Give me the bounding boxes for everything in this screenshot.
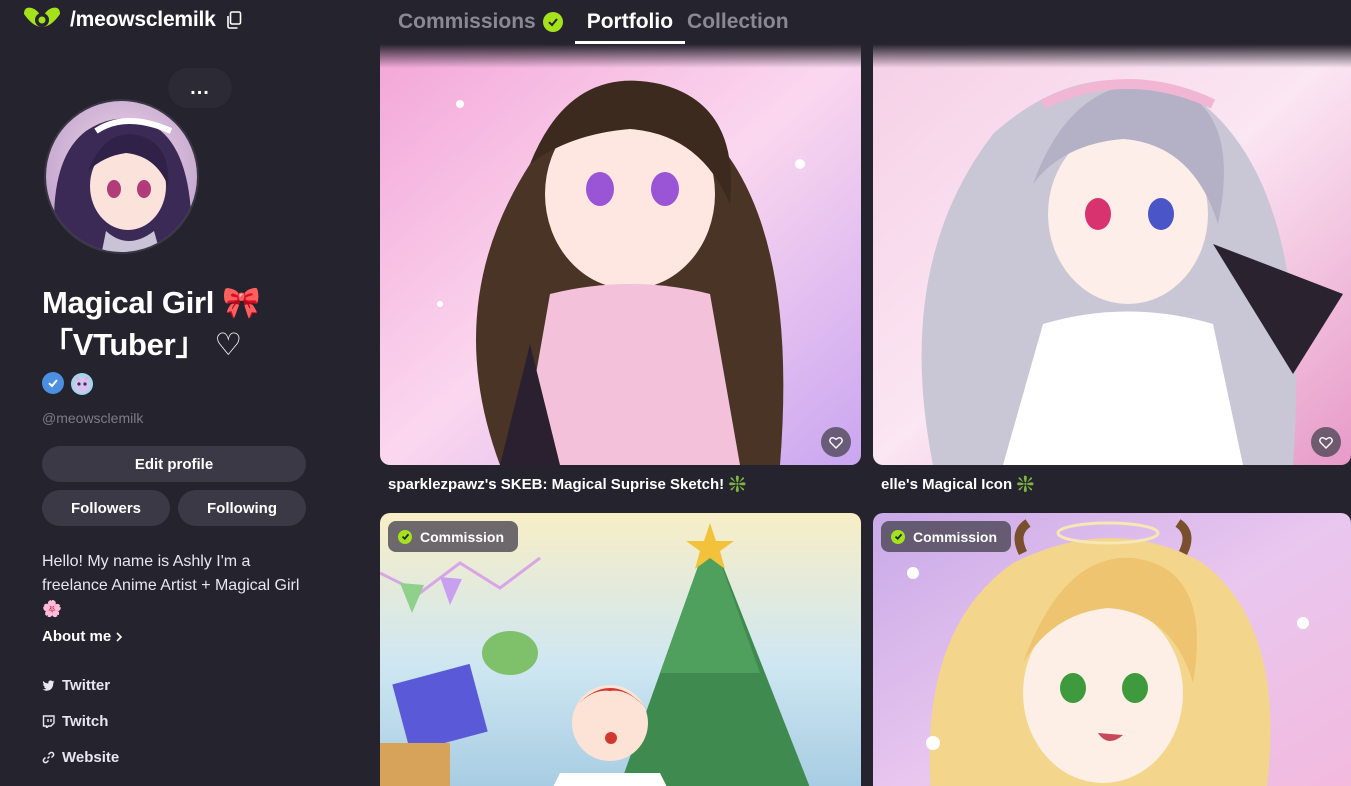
tab-commissions[interactable]: Commissions bbox=[398, 0, 563, 44]
followers-button[interactable]: Followers bbox=[42, 490, 170, 526]
artwork-image[interactable] bbox=[380, 44, 861, 465]
edit-profile-button[interactable]: Edit profile bbox=[42, 446, 306, 482]
link-label: Website bbox=[62, 749, 120, 766]
top-bar: /meowsclemilk Commissions Portfolio Coll… bbox=[0, 0, 1351, 44]
commission-label: Commission bbox=[913, 528, 998, 545]
vgen-logo-icon[interactable] bbox=[22, 4, 62, 36]
display-name-line: 「VTuber」 ♡ bbox=[42, 327, 242, 362]
like-button[interactable] bbox=[821, 427, 851, 457]
pet-badge-icon[interactable] bbox=[70, 372, 94, 396]
portfolio-card[interactable]: sparklezpawz's SKEB: Magical Suprise Ske… bbox=[380, 44, 861, 493]
profile-bio: Hello! My name is Ashly I'm a freelance … bbox=[42, 553, 300, 618]
commission-label: Commission bbox=[420, 528, 505, 545]
artwork-illustration bbox=[380, 513, 861, 786]
artwork-caption: sparklezpawz's SKEB: Magical Suprise Ske… bbox=[388, 476, 748, 493]
button-label: Followers bbox=[70, 499, 141, 517]
artwork-image[interactable]: Commission bbox=[873, 513, 1351, 786]
avatar-image bbox=[46, 101, 197, 252]
portfolio-card[interactable]: Commission bbox=[380, 513, 861, 786]
profile-handle: /meowsclemilk bbox=[70, 8, 216, 31]
artwork-illustration bbox=[380, 44, 861, 465]
portfolio-card[interactable]: elle's Magical Icon ❇️ bbox=[873, 44, 1351, 493]
social-link-twitter[interactable]: Twitter bbox=[42, 677, 110, 694]
about-me-label: About me bbox=[42, 628, 112, 645]
tab-label: Portfolio bbox=[586, 10, 674, 33]
profile-badges bbox=[42, 372, 94, 396]
about-me-link[interactable]: About me bbox=[42, 628, 123, 645]
twitch-icon bbox=[42, 715, 55, 728]
verified-check-icon bbox=[398, 529, 412, 544]
heart-icon bbox=[829, 436, 843, 449]
artwork-image[interactable]: Commission bbox=[380, 513, 861, 786]
heart-icon bbox=[1319, 436, 1333, 449]
tab-portfolio[interactable]: Portfolio bbox=[574, 0, 686, 44]
scroll-fade bbox=[380, 44, 1351, 68]
verified-check-icon bbox=[891, 529, 905, 544]
twitter-icon bbox=[42, 680, 55, 691]
display-name: Magical Girl 🎀 「VTuber」 ♡ bbox=[42, 282, 342, 366]
avatar[interactable] bbox=[44, 99, 199, 254]
copy-icon[interactable] bbox=[226, 11, 242, 29]
artwork-caption: elle's Magical Icon ❇️ bbox=[881, 476, 1035, 493]
commission-tag: Commission bbox=[881, 521, 1012, 552]
button-label: Following bbox=[207, 499, 277, 517]
like-button[interactable] bbox=[1311, 427, 1341, 457]
more-options-button[interactable]: ... bbox=[168, 68, 232, 108]
profile-tabs: Commissions Portfolio Collection bbox=[398, 0, 789, 44]
artwork-illustration bbox=[873, 513, 1351, 786]
tab-label: Collection bbox=[687, 10, 789, 33]
verified-badge-icon[interactable] bbox=[42, 372, 64, 394]
button-label: Edit profile bbox=[134, 455, 214, 473]
artwork-illustration bbox=[873, 44, 1351, 465]
verified-check-icon bbox=[542, 12, 563, 32]
portfolio-gallery: sparklezpawz's SKEB: Magical Suprise Ske… bbox=[380, 44, 1351, 786]
chevron-right-icon bbox=[116, 631, 123, 642]
more-icon: ... bbox=[190, 76, 210, 99]
link-icon bbox=[42, 751, 55, 764]
tab-collection[interactable]: Collection bbox=[687, 0, 789, 44]
commission-tag: Commission bbox=[388, 521, 519, 552]
brand: /meowsclemilk bbox=[22, 4, 242, 36]
tab-label: Commissions bbox=[398, 10, 536, 33]
display-name-line: Magical Girl 🎀 bbox=[42, 285, 261, 320]
link-label: Twitch bbox=[62, 713, 109, 730]
portfolio-card[interactable]: Commission bbox=[873, 513, 1351, 786]
link-label: Twitter bbox=[62, 677, 111, 694]
profile-sidebar: ... Magical Girl 🎀 「VTuber」 ♡ @meowsclem… bbox=[0, 44, 350, 786]
user-handle: @meowsclemilk bbox=[42, 410, 144, 426]
social-link-website[interactable]: Website bbox=[42, 749, 119, 766]
following-button[interactable]: Following bbox=[178, 490, 306, 526]
artwork-image[interactable] bbox=[873, 44, 1351, 465]
social-link-twitch[interactable]: Twitch bbox=[42, 713, 108, 730]
